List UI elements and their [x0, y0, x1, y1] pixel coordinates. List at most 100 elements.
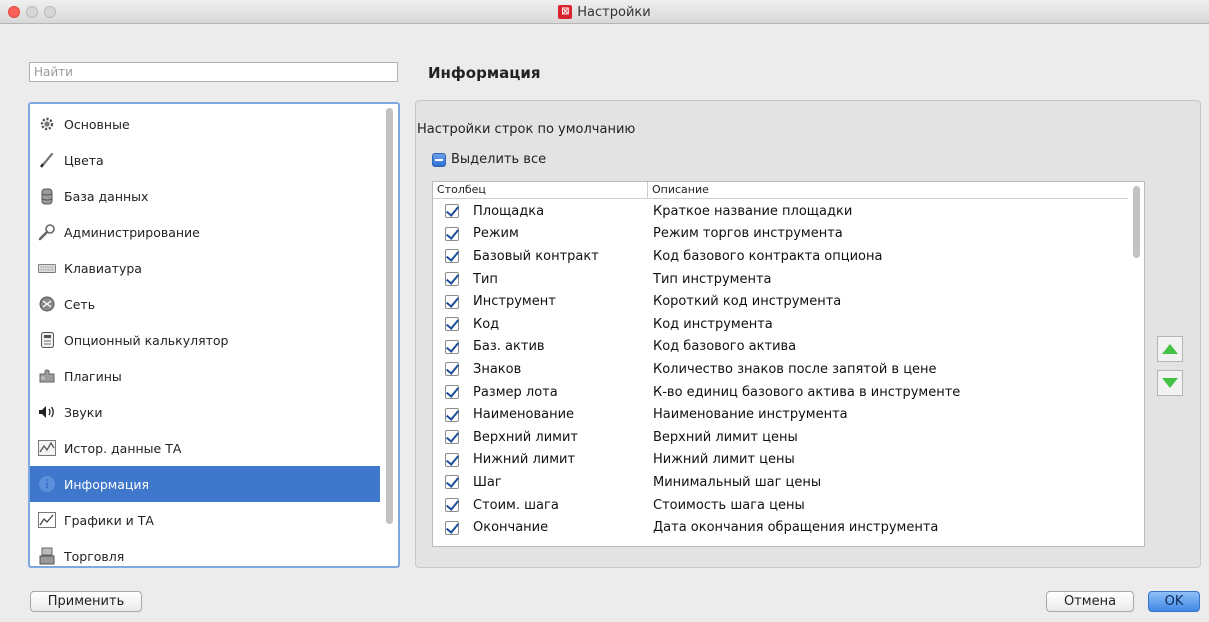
row-description: Нижний лимит цены [653, 452, 795, 468]
sidebar-item-option-calculator[interactable]: Опционный калькулятор [30, 322, 380, 358]
table-row[interactable]: Нижний лимит Нижний лимит цены [433, 449, 1128, 472]
row-checkbox[interactable] [445, 430, 459, 445]
row-column-name: Размер лота [473, 384, 558, 400]
sidebar-item-label: Торговля [64, 548, 125, 564]
sidebar-item-label: Администрирование [64, 224, 200, 240]
sidebar-item-administration[interactable]: Администрирование [30, 214, 380, 250]
sidebar-item-label: Истор. данные ТА [64, 440, 182, 456]
row-column-name: Баз. актив [473, 339, 545, 355]
apply-button[interactable]: Применить [30, 591, 142, 612]
row-description: Короткий код инструмента [653, 294, 842, 310]
sidebar-item-plugins[interactable]: Плагины [30, 358, 380, 394]
sidebar-item-label: База данных [64, 188, 149, 204]
select-all-checkbox[interactable] [432, 152, 446, 167]
sidebar-item-trading[interactable]: Торговля [30, 538, 380, 566]
row-checkbox[interactable] [445, 407, 459, 422]
row-description: Режим торгов инструмента [653, 226, 843, 242]
row-description: Минимальный шаг цены [653, 474, 822, 490]
row-checkbox[interactable] [445, 204, 459, 219]
cancel-button[interactable]: Отмена [1046, 591, 1134, 612]
sidebar-item-colors[interactable]: Цвета [30, 142, 380, 178]
table-row[interactable]: Режим Режим торгов инструмента [433, 223, 1128, 246]
row-description: Код базового контракта опциона [653, 248, 883, 264]
table-row[interactable]: Инструмент Короткий код инструмента [433, 290, 1128, 313]
table-row[interactable]: Площадка Краткое название площадки [433, 200, 1128, 223]
app-logo-icon: ⊠ [558, 5, 573, 19]
sidebar-item-charts-ta[interactable]: Графики и ТА [30, 502, 380, 538]
table-row[interactable]: Шаг Минимальный шаг цены [433, 471, 1128, 494]
row-checkbox[interactable] [445, 362, 459, 377]
row-description: Наименование инструмента [653, 407, 848, 423]
table-row[interactable]: Знаков Количество знаков после запятой в … [433, 358, 1128, 381]
column-header-description[interactable]: Описание [647, 182, 709, 199]
table-row[interactable]: Размер лота К-во единиц базового актива в… [433, 381, 1128, 404]
table-row[interactable]: Наименование Наименование инструмента [433, 403, 1128, 426]
sidebar-item-keyboard[interactable]: Клавиатура [30, 250, 380, 286]
arrow-down-icon [1162, 378, 1178, 388]
row-checkbox[interactable] [445, 452, 459, 467]
ok-button[interactable]: OK [1148, 591, 1200, 612]
row-column-name: Стоим. шага [473, 497, 559, 513]
row-checkbox[interactable] [445, 385, 459, 400]
sidebar-item-network[interactable]: Сеть [30, 286, 380, 322]
row-column-name: Наименование [473, 407, 575, 423]
table-row[interactable]: Стоим. шага Стоимость шага цены [433, 494, 1128, 517]
row-description: Код базового актива [653, 339, 797, 355]
row-checkbox[interactable] [445, 226, 459, 241]
column-header-name[interactable]: Столбец [437, 183, 486, 196]
brush-icon [38, 151, 56, 169]
row-column-name: Тип [473, 271, 498, 287]
arrow-up-icon [1162, 344, 1178, 354]
table-row[interactable]: Верхний лимит Верхний лимит цены [433, 426, 1128, 449]
row-description: Краткое название площадки [653, 203, 853, 219]
row-checkbox[interactable] [445, 520, 459, 535]
row-column-name: Окончание [473, 520, 549, 536]
sidebar-item-label: Звуки [64, 404, 103, 420]
row-description: Код инструмента [653, 316, 773, 332]
sidebar-item-label: Графики и ТА [64, 512, 154, 528]
sidebar-item-database[interactable]: База данных [30, 178, 380, 214]
keyboard-icon [38, 259, 56, 277]
table-scrollbar[interactable] [1133, 186, 1140, 258]
table-row[interactable]: Окончание Дата окончания обращения инстру… [433, 516, 1128, 539]
table-row[interactable]: Базовый контракт Код базового контракта о… [433, 245, 1128, 268]
sidebar-item-label: Цвета [64, 152, 104, 168]
row-description: Верхний лимит цены [653, 429, 798, 445]
network-icon [38, 295, 56, 313]
select-all-toggle[interactable]: Выделить все [432, 152, 546, 167]
title-bar: ⊠ Настройки [0, 0, 1209, 24]
row-description: Дата окончания обращения инструмента [653, 520, 939, 536]
table-row[interactable]: Код Код инструмента [433, 313, 1128, 336]
row-checkbox[interactable] [445, 475, 459, 490]
table-row[interactable]: Баз. актив Код базового актива [433, 336, 1128, 359]
table-row[interactable]: Тип Тип инструмента [433, 268, 1128, 291]
sidebar-item-basic[interactable]: Основные [30, 106, 380, 142]
row-column-name: Нижний лимит [473, 452, 576, 468]
row-checkbox[interactable] [445, 249, 459, 264]
move-up-button[interactable] [1157, 336, 1183, 362]
row-checkbox[interactable] [445, 317, 459, 332]
line-chart-icon [38, 511, 56, 529]
move-down-button[interactable] [1157, 370, 1183, 396]
window-title: Настройки [577, 4, 651, 20]
row-checkbox[interactable] [445, 498, 459, 513]
sidebar-item-information[interactable]: Информация [30, 466, 380, 502]
row-column-name: Шаг [473, 474, 502, 490]
row-checkbox[interactable] [445, 339, 459, 354]
row-checkbox[interactable] [445, 272, 459, 287]
row-column-name: Площадка [473, 203, 545, 219]
sidebar-item-label: Основные [64, 116, 130, 132]
row-description: К-во единиц базового актива в инструмент… [653, 384, 961, 400]
table-header: Столбец Описание [433, 182, 1128, 199]
row-column-name: Режим [473, 226, 519, 242]
sidebar-item-label: Клавиатура [64, 260, 142, 276]
sidebar-scrollbar[interactable] [386, 108, 393, 524]
puzzle-icon [38, 367, 56, 385]
row-checkbox[interactable] [445, 294, 459, 309]
search-input[interactable] [29, 62, 398, 82]
sidebar-item-history-ta[interactable]: Истор. данные ТА [30, 430, 380, 466]
row-description: Количество знаков после запятой в цене [653, 361, 937, 377]
row-column-name: Код [473, 316, 500, 332]
sidebar-item-sounds[interactable]: Звуки [30, 394, 380, 430]
info-icon [38, 475, 56, 493]
